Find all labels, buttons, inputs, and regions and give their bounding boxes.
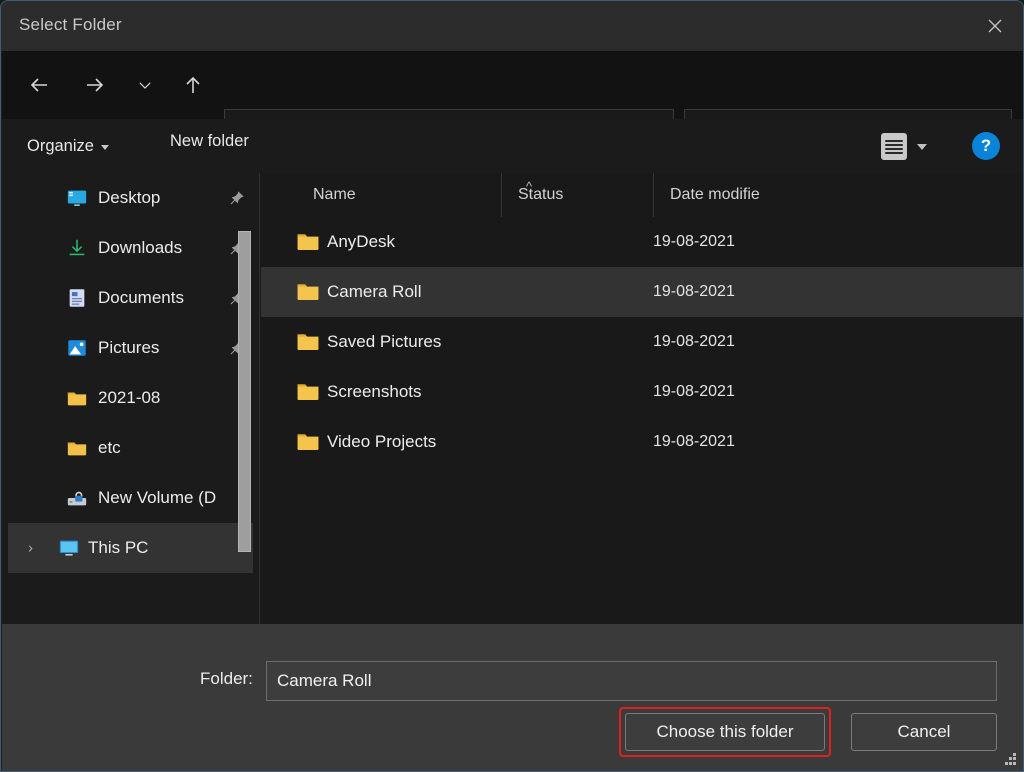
organize-label: Organize [27,136,94,155]
content-area: Desktop Downloads Documents Pictures 2021-08… [2,173,1023,624]
pin-icon[interactable] [229,190,245,206]
sidebar-item-documents[interactable]: Documents [8,273,253,323]
sidebar-item-this-pc[interactable]: › This PC [8,523,253,573]
forward-button[interactable] [73,63,117,107]
pictures-icon [66,337,88,359]
folder-icon [296,383,320,402]
organize-button[interactable]: Organize [27,132,109,160]
folder-icon [297,284,319,300]
folder-icon [297,334,319,350]
folder-icon [296,333,320,352]
resize-grip[interactable] [1004,753,1017,766]
pictures-icon [68,340,86,356]
sidebar-list: Desktop Downloads Documents Pictures 2021-08… [2,173,259,573]
table-row[interactable]: Saved Pictures 19-08-2021 [261,317,1023,367]
column-header-status-label: Status [518,186,564,203]
column-header-date-modified[interactable]: Date modifie [653,173,853,217]
up-button[interactable] [171,63,215,107]
file-rows: AnyDesk 19-08-2021 Camera Roll 19-08-2021 Sa… [261,217,1023,467]
arrow-left-icon [30,78,47,92]
file-date-cell: 19-08-2021 [653,233,735,250]
file-date-cell: 19-08-2021 [653,433,735,450]
file-list-pane: Name ^ Status Date modifie AnyDesk 19-08-… [261,173,1023,624]
sidebar-item-label: Documents [98,288,184,307]
column-header-date-label: Date modifie [670,186,760,203]
file-date-cell: 19-08-2021 [653,383,735,400]
desktop-icon [67,190,87,206]
sidebar-vertical-scrollbar[interactable] [238,231,251,552]
navigation-toolbar: ❯ This PC ❯ Pictures [2,51,1023,160]
download-icon [66,237,88,259]
folder-icon [297,384,319,400]
sidebar-item-pictures[interactable]: Pictures [8,323,253,373]
select-folder-dialog: Select Folder Search Pictures Organize N… [0,0,1024,772]
window-title: Select Folder [19,15,122,34]
sidebar-item-new-volume-d[interactable]: New Volume (D [8,473,253,523]
table-row[interactable]: Screenshots 19-08-2021 [261,367,1023,417]
view-options-button[interactable] [881,133,907,160]
folder-icon [66,387,88,409]
chevron-right-icon[interactable]: › [28,540,33,557]
table-row[interactable]: AnyDesk 19-08-2021 [261,217,1023,267]
thispc-icon [59,540,79,556]
list-view-icon-line [885,139,903,142]
title-bar: Select Folder [1,1,1023,51]
sidebar-item-etc[interactable]: etc [8,423,253,473]
sidebar-item-2021-08[interactable]: 2021-08 [8,373,253,423]
drive-icon [67,491,87,506]
close-button[interactable] [965,1,1023,50]
folder-field-label: Folder: [200,669,253,688]
arrow-up-icon [186,76,200,93]
documents-icon [66,287,88,309]
list-view-icon-line [885,147,903,150]
chevron-down-icon [139,82,151,89]
folder-icon [66,437,88,459]
sidebar-item-label: New Volume (D [98,488,217,507]
sidebar-item-downloads[interactable]: Downloads [8,223,253,273]
download-icon [69,239,85,256]
sidebar-item-label: This PC [88,538,149,557]
sidebar-item-label: Pictures [98,338,160,357]
list-view-icon-line [885,151,903,154]
drive-icon [66,487,88,509]
column-header-name[interactable]: Name ^ [261,173,532,217]
arrow-right-icon [87,78,104,92]
column-header-name-label: Name [313,186,356,203]
sidebar-item-desktop[interactable]: Desktop [8,173,253,223]
chevron-down-icon [100,145,109,150]
close-icon [988,19,1002,32]
folder-icon [296,233,320,252]
command-bar: Organize New folder [2,119,1023,173]
back-button[interactable] [17,63,61,107]
help-button[interactable]: ? [972,132,1000,160]
folder-icon [296,433,320,452]
sidebar-item-label: Desktop [98,188,161,207]
folder-icon [67,442,87,456]
navigation-pane: Desktop Downloads Documents Pictures 2021-08… [2,173,260,624]
column-headers: Name ^ Status Date modifie [261,173,1023,217]
folder-icon [296,283,320,302]
recent-locations-button[interactable] [127,63,163,107]
column-header-status[interactable]: Status [501,173,653,217]
file-date-cell: 19-08-2021 [653,283,735,300]
thispc-icon [58,537,80,559]
documents-icon [69,289,85,307]
folder-icon [297,434,319,450]
table-row[interactable]: Camera Roll 19-08-2021 [261,267,1023,317]
new-folder-button[interactable]: New folder [170,132,249,151]
cancel-button[interactable]: Cancel [851,713,997,751]
folder-icon [297,234,319,250]
sidebar-item-label: etc [98,438,121,457]
desktop-icon [66,187,88,209]
folder-icon [67,392,87,406]
choose-this-folder-button[interactable]: Choose this folder [625,713,825,751]
pin-icon [230,191,244,205]
sidebar-item-label: Downloads [98,238,183,257]
view-options-dropdown-icon[interactable] [917,144,927,150]
table-row[interactable]: Video Projects 19-08-2021 [261,417,1023,467]
list-view-icon-line [885,143,903,146]
sidebar-item-label: 2021-08 [98,388,161,407]
folder-input[interactable] [266,661,997,701]
file-date-cell: 19-08-2021 [653,333,735,350]
